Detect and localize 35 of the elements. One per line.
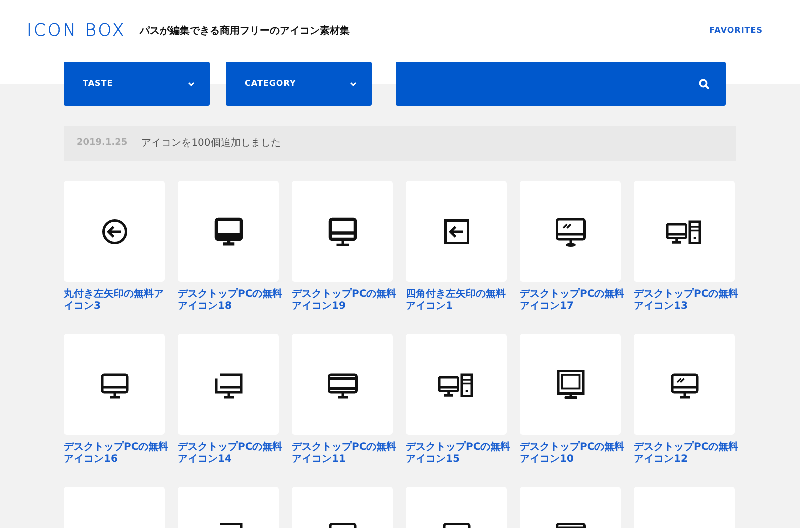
search-field[interactable] <box>396 62 726 106</box>
icon-title-link[interactable]: デスクトップPCの無料アイコン10 <box>520 442 628 466</box>
icon-card[interactable] <box>520 181 621 282</box>
news-text[interactable]: アイコンを100個追加しました <box>142 136 281 151</box>
icon-title-link[interactable]: 丸付き左矢印の無料アイコン3 <box>64 289 172 313</box>
news-date: 2019.1.25 <box>77 136 128 150</box>
search-icon[interactable] <box>699 78 710 90</box>
icon-card[interactable] <box>178 181 279 282</box>
icon-card[interactable] <box>520 334 621 435</box>
icon-title-link[interactable]: デスクトップPCの無料アイコン12 <box>634 442 742 466</box>
icon-title-link[interactable]: デスクトップPCの無料アイコン14 <box>178 442 286 466</box>
icon-title-link[interactable]: デスクトップPCの無料アイコン19 <box>292 289 400 313</box>
tagline: パスが編集できる商用フリーのアイコン素材集 <box>140 24 350 38</box>
icon-card[interactable] <box>64 181 165 282</box>
filter-dropdown[interactable]: TASTE <box>64 62 210 106</box>
icon-card[interactable] <box>406 334 507 435</box>
icon-title-link[interactable]: デスクトップPCの無料アイコン17 <box>520 289 628 313</box>
site-logo[interactable]: ICON BOX <box>27 22 126 40</box>
nav-link[interactable]: FAVORITES <box>710 25 763 37</box>
icon-title-link[interactable]: デスクトップPCの無料アイコン18 <box>178 289 286 313</box>
caret-icon <box>188 82 195 86</box>
icon-card[interactable] <box>292 334 393 435</box>
icon-title-link[interactable]: デスクトップPCの無料アイコン11 <box>292 442 400 466</box>
icon-card[interactable] <box>634 181 735 282</box>
icon-title-link[interactable]: デスクトップPCの無料アイコン15 <box>406 442 514 466</box>
caret-icon <box>350 82 357 86</box>
icon-title-link[interactable]: デスクトップPCの無料アイコン13 <box>634 289 742 313</box>
icon-card[interactable] <box>634 334 735 435</box>
filter-dropdown[interactable]: CATEGORY <box>226 62 372 106</box>
icon-card[interactable] <box>178 334 279 435</box>
icon-title-link[interactable]: 四角付き左矢印の無料アイコン1 <box>406 289 514 313</box>
icon-card[interactable] <box>64 334 165 435</box>
icon-card[interactable] <box>406 181 507 282</box>
icon-title-link[interactable]: デスクトップPCの無料アイコン16 <box>64 442 172 466</box>
icon-card[interactable] <box>292 181 393 282</box>
